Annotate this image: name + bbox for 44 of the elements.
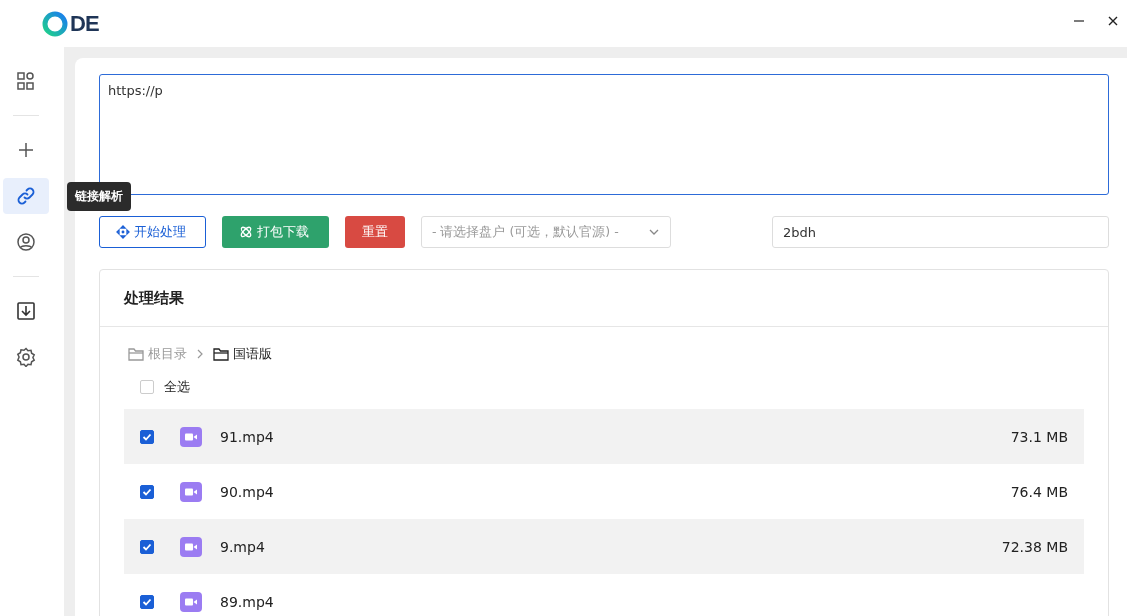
video-file-icon [180, 426, 202, 447]
file-name: 90.mp4 [220, 483, 274, 500]
link-nav-item[interactable] [3, 178, 49, 214]
video-file-icon [180, 536, 202, 557]
pack-download-button[interactable]: 打包下载 [222, 216, 329, 248]
file-name: 91.mp4 [220, 428, 274, 445]
logo-text: DE [70, 10, 99, 37]
file-checkbox[interactable] [140, 539, 154, 554]
start-button[interactable]: 开始处理 [99, 216, 206, 248]
breadcrumb-item[interactable]: 根目录 [128, 345, 187, 363]
file-checkbox[interactable] [140, 484, 154, 499]
download-icon [16, 301, 36, 321]
plus-icon [17, 141, 35, 159]
check-icon [142, 596, 152, 607]
atom-icon [239, 225, 253, 239]
file-size: 76.4 MB [1010, 483, 1068, 500]
breadcrumb-item[interactable]: 国语版 [213, 345, 272, 363]
video-file-icon [180, 481, 202, 502]
code-input-field[interactable]: 2bdh [772, 216, 1109, 248]
file-name: 89.mp4 [220, 593, 274, 610]
logo-ring-icon [42, 10, 68, 37]
file-checkbox[interactable] [140, 594, 154, 609]
grid-icon [16, 71, 36, 91]
tooltip: 链接解析 [67, 182, 131, 211]
file-size: 72.38 MB [1001, 538, 1068, 555]
file-size: 73.1 MB [1010, 428, 1068, 445]
close-icon[interactable] [1107, 14, 1119, 27]
file-name: 9.mp4 [220, 538, 265, 555]
results-title: 处理结果 [100, 270, 1108, 327]
check-icon [142, 431, 152, 442]
file-checkbox[interactable] [140, 429, 154, 444]
select-all-checkbox[interactable] [140, 380, 154, 394]
folder-icon [213, 347, 229, 361]
check-icon [142, 541, 152, 552]
user-icon [16, 232, 36, 252]
chevron-right-icon [195, 349, 205, 359]
link-icon [16, 186, 36, 206]
move-icon [116, 225, 130, 239]
check-icon [142, 486, 152, 497]
select-all-label: 全选 [164, 378, 190, 396]
folder-icon [128, 347, 144, 361]
reset-button[interactable]: 重置 [345, 216, 405, 248]
settings-icon [16, 347, 36, 367]
video-file-icon [180, 591, 202, 612]
